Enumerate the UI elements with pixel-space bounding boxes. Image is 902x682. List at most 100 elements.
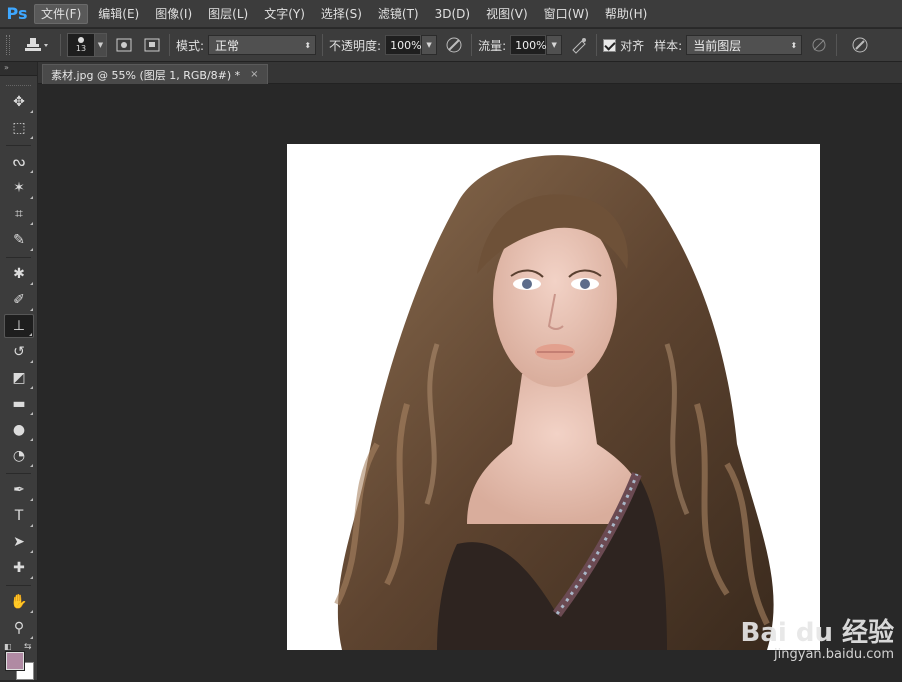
clone-stamp-icon: ⊥ bbox=[12, 318, 26, 334]
menu-item[interactable]: 选择(S) bbox=[315, 4, 368, 24]
dodge-tool[interactable]: ◔ bbox=[4, 444, 34, 468]
separator bbox=[471, 34, 473, 56]
mode-label: 模式: bbox=[176, 38, 205, 53]
separator bbox=[322, 34, 324, 56]
eraser-tool[interactable]: ◩ bbox=[4, 366, 34, 390]
history-brush-icon: ↺ bbox=[13, 344, 25, 360]
brush-preset-picker[interactable]: 13 bbox=[67, 33, 95, 57]
history-brush-tool[interactable]: ↺ bbox=[4, 340, 34, 364]
updown-arrow-icon: ⬍ bbox=[790, 41, 798, 50]
menu-item[interactable]: 3D(D) bbox=[429, 4, 476, 24]
menu-item[interactable]: 文字(Y) bbox=[258, 4, 311, 24]
brush-dropdown-arrow[interactable]: ▼ bbox=[95, 33, 107, 57]
tool-group-corner-icon bbox=[30, 636, 33, 639]
mode-select[interactable]: 正常 ⬍ bbox=[208, 35, 317, 55]
menu-item[interactable]: 窗口(W) bbox=[538, 4, 595, 24]
menu-item[interactable]: 视图(V) bbox=[480, 4, 534, 24]
pressure-opacity-button[interactable] bbox=[443, 34, 465, 56]
tool-group-corner-icon bbox=[29, 333, 32, 336]
brush-icon: ✐ bbox=[13, 292, 25, 308]
sample-select[interactable]: 当前图层 ⬍ bbox=[686, 35, 803, 55]
shape-tool[interactable]: ✚ bbox=[4, 556, 34, 580]
airbrush-button[interactable] bbox=[568, 34, 590, 56]
swap-colors-icon[interactable]: ⇆ bbox=[24, 642, 32, 652]
brush-tip-icon bbox=[78, 37, 84, 43]
tool-group-corner-icon bbox=[30, 550, 33, 553]
menu-item[interactable]: 文件(F) bbox=[34, 3, 89, 24]
align-label: 对齐 bbox=[620, 38, 645, 53]
tool-group-corner-icon bbox=[30, 222, 33, 225]
image-canvas[interactable] bbox=[287, 144, 820, 650]
flow-dropdown-arrow[interactable]: ▼ bbox=[546, 35, 563, 55]
lasso-tool[interactable]: ᔓ bbox=[4, 150, 34, 174]
menu-item[interactable]: 帮助(H) bbox=[599, 4, 653, 24]
default-colors-icon[interactable]: ◧ bbox=[4, 642, 12, 651]
opacity-input[interactable]: 100% bbox=[385, 35, 422, 55]
options-bar-grip[interactable] bbox=[6, 35, 10, 55]
type-icon: T bbox=[14, 508, 24, 524]
flow-input[interactable]: 100% bbox=[510, 35, 547, 55]
menu-item[interactable]: 图像(I) bbox=[149, 4, 198, 24]
toggle-clone-source-button[interactable] bbox=[141, 34, 163, 56]
tool-group-corner-icon bbox=[30, 308, 33, 311]
updown-arrow-icon: ⬍ bbox=[304, 41, 312, 50]
move-tool[interactable]: ✥ bbox=[4, 90, 34, 114]
align-checkbox[interactable] bbox=[603, 38, 617, 52]
document-tab-bar: 素材.jpg @ 55% (图层 1, RGB/8#) * × bbox=[38, 62, 902, 84]
magic-wand-tool[interactable]: ✶ bbox=[4, 176, 34, 200]
pen-tool[interactable]: ✒ bbox=[4, 478, 34, 502]
airbrush-icon bbox=[572, 38, 587, 54]
tool-group-corner-icon bbox=[30, 170, 33, 173]
document-tab[interactable]: 素材.jpg @ 55% (图层 1, RGB/8#) * × bbox=[42, 64, 268, 84]
collapse-toolbox-button[interactable]: » bbox=[0, 62, 37, 76]
eyedropper-icon: ✎ bbox=[13, 232, 25, 248]
hand-tool[interactable]: ✋ bbox=[4, 590, 34, 614]
brush-tool[interactable]: ✐ bbox=[4, 288, 34, 312]
healing-brush-tool[interactable]: ✱ bbox=[4, 262, 34, 286]
gradient-tool[interactable]: ▬ bbox=[4, 392, 34, 416]
marquee-icon: ⬚ bbox=[12, 120, 26, 136]
tool-preset-picker[interactable] bbox=[18, 34, 54, 56]
flow-label: 流量: bbox=[478, 38, 507, 53]
tool-list: ✥ ⬚ ᔓ ✶ ⌗ ✎ ✱ ✐ ⊥ ↺ ◩ ▬ ● ◔ ✒ T ➤ ✚ ✋ ⚲ bbox=[0, 90, 37, 640]
tool-group-corner-icon bbox=[30, 248, 33, 251]
close-tab-icon[interactable]: × bbox=[250, 69, 258, 80]
document-workspace: Bai du 经验 jingyan.baidu.com bbox=[38, 84, 902, 680]
blur-icon: ● bbox=[12, 422, 26, 438]
path-selection-tool[interactable]: ➤ bbox=[4, 530, 34, 554]
toolbox-grip[interactable] bbox=[6, 76, 31, 86]
menu-item[interactable]: 编辑(E) bbox=[92, 4, 145, 24]
menu-item[interactable]: 滤镜(T) bbox=[372, 4, 425, 24]
ignore-adjustment-layers-button[interactable] bbox=[808, 34, 830, 56]
tool-group-corner-icon bbox=[30, 524, 33, 527]
tool-group-corner-icon bbox=[30, 136, 33, 139]
menu-item[interactable]: 图层(L) bbox=[202, 4, 254, 24]
options-bar: 13 ▼ 模式: 正常 ⬍ 不透明度: 100% ▼ 流量: 100% ▼ 对齐… bbox=[0, 29, 902, 62]
marquee-tool[interactable]: ⬚ bbox=[4, 116, 34, 140]
blur-tool[interactable]: ● bbox=[4, 418, 34, 442]
foreground-color-swatch[interactable] bbox=[5, 651, 25, 671]
type-tool[interactable]: T bbox=[4, 504, 34, 528]
crop-tool[interactable]: ⌗ bbox=[4, 202, 34, 226]
gradient-icon: ▬ bbox=[12, 396, 26, 412]
mode-value: 正常 bbox=[215, 38, 240, 53]
magic-wand-icon: ✶ bbox=[13, 180, 25, 196]
watermark-logo: Bai du 经验 bbox=[740, 618, 895, 648]
lasso-icon: ᔓ bbox=[12, 154, 26, 170]
tool-group-divider bbox=[6, 470, 31, 474]
separator bbox=[836, 34, 838, 56]
opacity-dropdown-arrow[interactable]: ▼ bbox=[421, 35, 438, 55]
pen-icon: ✒ bbox=[13, 482, 25, 498]
clone-stamp-tool[interactable]: ⊥ bbox=[4, 314, 34, 338]
tool-group-divider bbox=[6, 582, 31, 586]
baidu-jingyan-watermark: Bai du 经验 jingyan.baidu.com bbox=[741, 612, 895, 662]
tool-group-corner-icon bbox=[30, 196, 33, 199]
tool-group-corner-icon bbox=[30, 282, 33, 285]
zoom-tool[interactable]: ⚲ bbox=[4, 616, 34, 640]
eyedropper-tool[interactable]: ✎ bbox=[4, 228, 34, 252]
menu-items: 文件(F) 编辑(E) 图像(I) 图层(L) 文字(Y) 选择(S) 滤镜(T) 3D(D)… bbox=[34, 3, 657, 24]
pressure-size-button[interactable] bbox=[849, 34, 871, 56]
toggle-brush-panel-button[interactable] bbox=[113, 34, 135, 56]
path-selection-icon: ➤ bbox=[13, 534, 25, 550]
pen-pressure-size-icon bbox=[852, 37, 868, 53]
